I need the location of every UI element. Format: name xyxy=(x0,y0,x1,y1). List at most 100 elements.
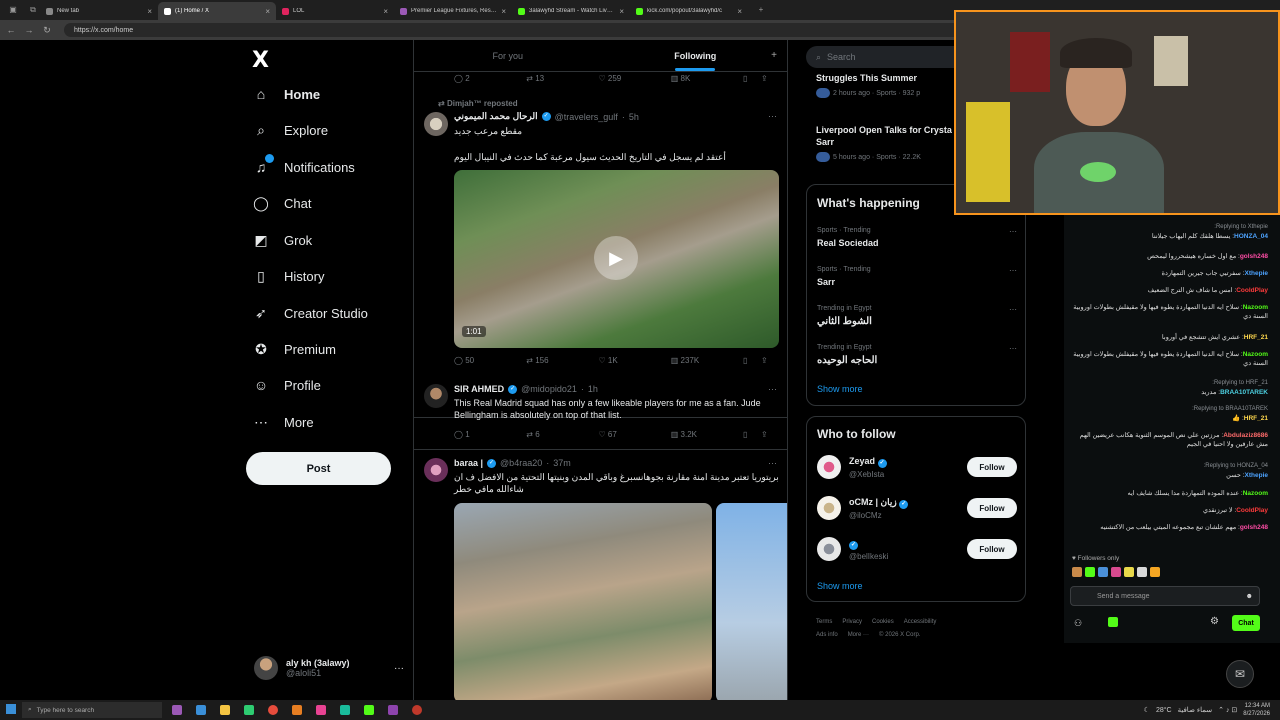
trend-item[interactable]: Sports · Trending Real Sociedad ⋯ xyxy=(817,227,1017,248)
author-name[interactable]: الرحال محمد الميموني xyxy=(454,111,538,122)
emote-icon[interactable] xyxy=(1098,567,1108,577)
trend-item[interactable]: Sports · Trending Sarr ⋯ xyxy=(817,266,1017,287)
follow-button[interactable]: Follow xyxy=(967,498,1017,518)
chat-username[interactable]: Nazoom xyxy=(1243,304,1268,311)
tweet-time[interactable]: 5h xyxy=(629,112,639,122)
emote-icon[interactable] xyxy=(1150,567,1160,577)
account-switcher[interactable]: aly kh (3alawy) @aloli51 ··· xyxy=(254,656,404,680)
chat-username[interactable]: Xthepie xyxy=(1245,472,1268,479)
trend-item[interactable]: Trending in Egypt الحاجه الوحيده ⋯ xyxy=(817,344,1017,366)
taskbar-app[interactable] xyxy=(360,702,378,718)
emoji-icon[interactable]: ☻ xyxy=(1246,593,1253,600)
author-handle[interactable]: @midopido21 xyxy=(521,384,577,394)
clock[interactable]: 12:34 AM 8/27/2026 xyxy=(1243,702,1270,718)
chat-message[interactable]: Xthepie: سفرتيي جاب جيرين التمهاردة xyxy=(1072,269,1268,278)
video-player[interactable]: ▶ 1:01 xyxy=(454,170,779,348)
sidebar-item-notifications[interactable]: ♫ Notifications xyxy=(252,154,355,179)
chat-message[interactable]: golsh248: مع اول خساره هيشحرروا ليمحص xyxy=(1072,252,1268,261)
emote-icon[interactable] xyxy=(1111,567,1121,577)
tray-icons[interactable]: ⌃ ♪ ⊡ xyxy=(1218,706,1237,714)
sidebar-item-premium[interactable]: ✪ Premium xyxy=(252,337,336,361)
tab-following[interactable]: Following xyxy=(602,40,788,71)
chat-username[interactable]: HONZA_04 xyxy=(1234,233,1268,240)
browser-tab[interactable]: Premier League Fixtures, Results & × xyxy=(394,2,512,20)
reply-action[interactable]: ◯ 50 xyxy=(454,356,526,365)
chat-username[interactable]: BRAA10TAREK xyxy=(1220,389,1268,396)
url-field[interactable]: https://x.com/home xyxy=(64,23,964,37)
footer-link[interactable]: More ··· xyxy=(848,632,869,638)
tweet-time[interactable]: 37m xyxy=(553,458,571,468)
sidebar-item-more[interactable]: ⋯ More xyxy=(252,410,314,434)
chat-username[interactable]: Nazoom xyxy=(1243,351,1268,358)
share-icon[interactable]: ⇪ xyxy=(761,430,779,439)
share-icon[interactable]: ⇪ xyxy=(761,74,779,83)
chat-message[interactable]: Replying to BRAA10TAREK: HRF_21: 👍 xyxy=(1072,405,1268,423)
kick-points-icon[interactable] xyxy=(1108,617,1118,627)
sidebar-item-chat[interactable]: ◯ Chat xyxy=(252,191,311,215)
chat-message[interactable]: Replying to HRF_21: BRAA10TAREK: مدريد xyxy=(1072,379,1268,397)
chat-message[interactable]: Replying to Xthepie: HONZA_04: يسطا هلقك … xyxy=(1072,223,1268,241)
chat-message[interactable]: Replying to HONZA_04: Xthepie: حسن xyxy=(1072,462,1268,480)
post-button[interactable]: Post xyxy=(246,452,391,485)
chat-message[interactable]: HRF_21: عشري ايش تتشجع في أوروبا xyxy=(1072,333,1268,342)
gear-icon[interactable]: ⚙ xyxy=(1210,616,1219,627)
send-chat-button[interactable]: Chat xyxy=(1232,615,1260,631)
taskbar-app[interactable] xyxy=(216,702,234,718)
chat-message[interactable]: Nazoom: عنده الموده التمهاردة مدا يسلك ش… xyxy=(1072,489,1268,498)
chat-username[interactable]: HRF_21 xyxy=(1244,334,1268,341)
chat-username[interactable]: Nazoom xyxy=(1243,490,1268,497)
taskbar-app[interactable] xyxy=(288,702,306,718)
taskbar-app[interactable] xyxy=(312,702,330,718)
windows-start-icon[interactable] xyxy=(6,704,16,714)
author-handle[interactable]: @b4raa20 xyxy=(500,458,542,468)
avatar[interactable] xyxy=(424,458,448,482)
chat-username[interactable]: golsh248 xyxy=(1240,253,1268,260)
reload-icon[interactable]: ↻ xyxy=(40,25,54,36)
sidebar-item-grok[interactable]: ◩ Grok xyxy=(252,228,312,252)
taskbar-app[interactable] xyxy=(384,702,402,718)
chat-username[interactable]: HRF_21 xyxy=(1244,415,1268,422)
follow-button[interactable]: Follow xyxy=(967,457,1017,477)
tab-actions-icon[interactable]: ⧉ xyxy=(26,3,40,17)
new-tab-icon[interactable]: + xyxy=(754,3,768,17)
sidebar-item-home[interactable]: ⌂ Home xyxy=(252,82,320,106)
avatar[interactable] xyxy=(817,455,841,479)
follow-suggestion[interactable]: oCMz | زيان ✓ @iloCMz Follow xyxy=(817,492,1017,524)
browser-tab[interactable]: 3alawyhd Stream - Watch Live on × xyxy=(512,2,630,20)
avatar[interactable] xyxy=(817,496,841,520)
tweet-time[interactable]: 1h xyxy=(588,384,598,394)
emote-icon[interactable] xyxy=(1124,567,1134,577)
browser-tab[interactable]: LOL × xyxy=(276,2,394,20)
chat-message[interactable]: CooldPlay: لا تبرزنقدي xyxy=(1072,506,1268,515)
window-menu-icon[interactable]: ▣ xyxy=(6,3,20,17)
bookmark-icon[interactable]: ▯ xyxy=(743,430,761,439)
emote-icon[interactable] xyxy=(1137,567,1147,577)
emote-icon[interactable] xyxy=(1085,567,1095,577)
more-icon[interactable]: ⋯ xyxy=(1009,344,1017,353)
more-icon[interactable]: ⋯ xyxy=(768,458,777,469)
chat-message-input[interactable]: Send a message ☻ xyxy=(1070,586,1260,606)
more-icon[interactable]: ⋯ xyxy=(768,111,777,122)
close-tab-icon[interactable]: × xyxy=(383,7,388,16)
show-more-link[interactable]: Show more xyxy=(817,384,863,394)
author-handle[interactable]: @travelers_gulf xyxy=(555,112,618,122)
chat-message[interactable]: Nazoom: سلاح ايه الدنيا التمهاردة يطوه ف… xyxy=(1072,303,1268,321)
more-icon[interactable]: ⋯ xyxy=(1009,266,1017,275)
tweet[interactable]: ⇄ Dimjah™ reposted الرحال محمد الميموني ✓… xyxy=(414,90,787,418)
sidebar-item-profile[interactable]: ☺ Profile xyxy=(252,373,321,397)
views-action[interactable]: ▥ 3.2K xyxy=(671,430,743,439)
like-action[interactable]: ♡ 259 xyxy=(599,74,671,83)
avatar[interactable] xyxy=(817,537,841,561)
chat-users-icon[interactable]: ⚇ xyxy=(1074,618,1082,629)
forward-icon[interactable]: → xyxy=(22,25,36,35)
like-action[interactable]: ♡ 1K xyxy=(599,356,671,365)
browser-tab[interactable]: kick.com/popout/3alawyhd/c × xyxy=(630,2,748,20)
back-icon[interactable]: ← xyxy=(4,25,18,35)
taskbar-app[interactable] xyxy=(168,702,186,718)
account-more-icon[interactable]: ··· xyxy=(394,663,404,674)
chat-username[interactable]: CooldPlay xyxy=(1236,507,1268,514)
avatar[interactable] xyxy=(424,112,448,136)
close-tab-icon[interactable]: × xyxy=(737,7,742,16)
x-logo-icon[interactable]: X xyxy=(252,48,269,73)
author-name[interactable]: SIR AHMED xyxy=(454,384,504,394)
